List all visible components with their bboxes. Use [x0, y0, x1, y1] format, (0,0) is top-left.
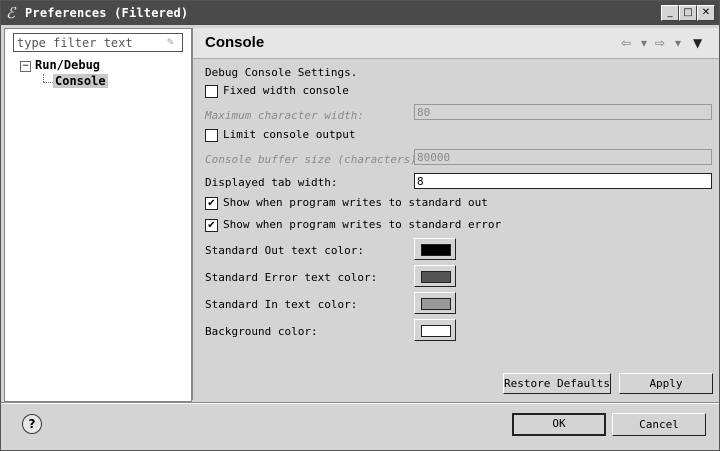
close-button[interactable]: ✕ [697, 5, 715, 21]
fixed-width-checkbox[interactable] [205, 85, 218, 98]
restore-defaults-button[interactable]: Restore Defaults [503, 373, 611, 394]
window-title: Preferences (Filtered) [25, 6, 189, 20]
page-header: Console ⇦ ▾ ⇨ ▾ ▼ [193, 28, 719, 59]
stderr-color-button[interactable] [414, 265, 456, 287]
apply-button[interactable]: Apply [619, 373, 713, 394]
view-menu-icon[interactable]: ▼ [693, 36, 702, 50]
back-dropdown-icon[interactable]: ▾ [641, 36, 647, 50]
stdout-color-label: Standard Out text color: [205, 244, 364, 257]
intro-text: Debug Console Settings. [205, 66, 358, 79]
cancel-button[interactable]: Cancel [612, 413, 706, 436]
collapse-toggle-icon[interactable]: − [20, 61, 31, 72]
title-bar[interactable]: ℰ Preferences (Filtered) _ □ ✕ [1, 1, 719, 25]
forward-arrow-icon[interactable]: ⇨ [655, 36, 665, 50]
clear-filter-icon[interactable]: ✎ [167, 36, 179, 48]
color-swatch [421, 298, 451, 310]
filter-input[interactable]: type filter text ✎ [13, 33, 183, 52]
preference-tree-pane: type filter text ✎ − Run/Debug Console [4, 28, 192, 402]
fixed-width-label: Fixed width console [223, 84, 349, 97]
max-char-width-field[interactable]: 80 [414, 104, 712, 120]
forward-dropdown-icon[interactable]: ▾ [675, 36, 681, 50]
tree-connector [43, 82, 53, 83]
stdin-color-button[interactable] [414, 292, 456, 314]
ok-button[interactable]: OK [512, 413, 606, 436]
tree-item-run-debug[interactable]: Run/Debug [35, 58, 100, 72]
show-stdout-checkbox[interactable]: ✔ [205, 197, 218, 210]
limit-output-label: Limit console output [223, 128, 356, 141]
color-swatch [421, 271, 451, 283]
preference-page: Console ⇦ ▾ ⇨ ▾ ▼ Debug Console Settings… [192, 28, 719, 400]
limit-output-checkbox[interactable] [205, 129, 218, 142]
color-swatch [421, 244, 451, 256]
show-stdout-label: Show when program writes to standard out [223, 196, 488, 209]
stdout-color-button[interactable] [414, 238, 456, 260]
preferences-window: ℰ Preferences (Filtered) _ □ ✕ type filt… [0, 0, 720, 451]
max-char-width-label: Maximum character width: [205, 109, 364, 122]
buffer-size-label: Console buffer size (characters): [205, 153, 424, 166]
tree-connector [43, 74, 44, 82]
back-arrow-icon[interactable]: ⇦ [621, 36, 631, 50]
page-title: Console [205, 34, 265, 51]
eclipse-icon: ℰ [6, 4, 16, 22]
filter-placeholder: type filter text [17, 36, 133, 50]
show-stderr-label: Show when program writes to standard err… [223, 218, 502, 231]
help-icon[interactable]: ? [22, 414, 42, 434]
minimize-button[interactable]: _ [661, 5, 679, 21]
color-swatch [421, 325, 451, 337]
tree-item-console[interactable]: Console [53, 74, 108, 88]
maximize-button[interactable]: □ [679, 5, 697, 21]
stderr-color-label: Standard Error text color: [205, 271, 378, 284]
footer-separator [1, 402, 719, 404]
buffer-size-field[interactable]: 80000 [414, 149, 712, 165]
background-color-button[interactable] [414, 319, 456, 341]
stdin-color-label: Standard In text color: [205, 298, 358, 311]
tab-width-field[interactable]: 8 [414, 173, 712, 189]
tab-width-label: Displayed tab width: [205, 176, 338, 189]
show-stderr-checkbox[interactable]: ✔ [205, 219, 218, 232]
background-color-label: Background color: [205, 325, 318, 338]
